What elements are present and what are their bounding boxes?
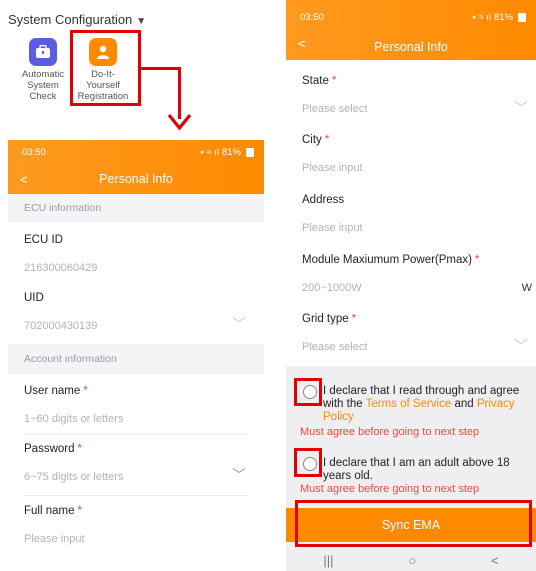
required-mark: * <box>77 505 82 517</box>
recents-icon[interactable]: ||| <box>323 553 333 568</box>
eye-closed-icon[interactable]: ﹀ <box>232 465 246 485</box>
status-bar: 03:50 ▪ ≈ ıl 81% <box>286 0 536 34</box>
label-text: City <box>302 134 322 146</box>
required-mark: * <box>351 313 357 325</box>
page-title: Personal Info <box>374 40 448 54</box>
page-title: Personal Info <box>99 172 173 186</box>
arrow-line-vertical <box>178 67 181 119</box>
section-account-info: Account information <box>8 344 264 374</box>
field-label: User name * <box>24 385 248 397</box>
terms-warning: Must agree before going to next step <box>300 426 480 438</box>
battery-level: 81% <box>221 146 241 158</box>
nav-bar: < Personal Info <box>286 34 536 60</box>
status-time: 03:50 <box>22 146 46 158</box>
fullname-field[interactable]: Full name * Please input <box>8 496 264 556</box>
tile-label: Do-It-Yourself Registration <box>77 69 129 102</box>
status-time: 03:50 <box>300 11 324 23</box>
state-select[interactable]: Please select <box>302 103 520 115</box>
uid-field[interactable]: UID 702000430139 ﹀ <box>8 282 264 340</box>
field-label: State * <box>302 75 520 87</box>
nav-bar: < Personal Info <box>8 164 264 194</box>
password-input[interactable]: 6~75 digits or letters <box>24 471 248 483</box>
terms-declaration: I declare that I read through and agree … <box>323 385 533 424</box>
label-text: Full name <box>24 505 75 517</box>
section-ecu-info: ECU information <box>8 194 264 222</box>
sync-ema-button[interactable]: Sync EMA <box>286 508 536 542</box>
city-field[interactable]: City * Please input <box>286 120 536 180</box>
label-text: Password <box>24 443 75 455</box>
city-input[interactable]: Please input <box>302 162 520 174</box>
battery-icon <box>246 147 254 157</box>
system-configuration-title: System Configuration <box>8 12 133 27</box>
unit-label: W <box>521 282 532 294</box>
arrow-head-icon <box>167 113 192 131</box>
fullname-input[interactable]: Please input <box>24 533 248 545</box>
battery-icon <box>518 12 526 22</box>
field-label: Grid type * <box>302 313 520 325</box>
field-value: 702000430139 <box>24 320 98 332</box>
field-label: Full name * <box>24 505 248 517</box>
required-mark: * <box>77 443 82 455</box>
label-text: State <box>302 75 329 87</box>
label-text: Module Maxiumum Power(Pmax) <box>302 254 472 266</box>
right-phone-screen: 03:50 ▪ ≈ ıl 81% < Personal Info State * P… <box>286 0 536 571</box>
diy-registration-tile[interactable]: Do-It-Yourself Registration <box>76 38 130 102</box>
field-label: Module Maxiumum Power(Pmax) * <box>302 254 520 266</box>
battery-level: 81% <box>493 11 513 23</box>
username-field[interactable]: User name * 1~60 digits or letters <box>8 374 264 434</box>
left-phone-screen: 03:50 ▪ ≈ ıl 81% < Personal Info ECU info… <box>8 140 264 571</box>
tile-label: Automatic System Check <box>21 69 65 102</box>
field-label: UID <box>24 292 44 304</box>
status-bar: 03:50 ▪ ≈ ıl 81% <box>8 140 264 164</box>
chevron-down-icon[interactable]: ﹀ <box>514 336 528 356</box>
home-icon[interactable]: ○ <box>408 553 416 568</box>
decl-text: and <box>451 398 477 410</box>
label-text: User name <box>24 385 81 397</box>
field-label: Password * <box>24 443 248 455</box>
system-configuration-header[interactable]: System Configuration ▼ <box>8 12 146 27</box>
field-label: City * <box>302 134 520 146</box>
adult-warning: Must agree before going to next step <box>300 483 480 495</box>
adult-radio[interactable] <box>303 457 317 471</box>
field-value: 216300060429 <box>24 262 98 274</box>
ecu-id-field: ECU ID 216300060429 <box>8 222 264 282</box>
terms-radio[interactable] <box>303 385 317 399</box>
system-nav-bar: ||| ○ < <box>286 550 536 571</box>
pmax-field[interactable]: Module Maxiumum Power(Pmax) * 200~1000W W <box>286 240 536 300</box>
address-field[interactable]: Address Please input <box>286 180 536 240</box>
chevron-down-icon[interactable]: ﹀ <box>514 98 528 118</box>
password-field[interactable]: Password * 6~75 digits or letters ﹀ <box>8 435 264 495</box>
field-label: ECU ID <box>24 234 63 246</box>
field-label: Address <box>302 194 345 206</box>
caret-down-icon: ▼ <box>136 16 147 27</box>
required-mark: * <box>324 134 330 146</box>
address-input[interactable]: Please input <box>302 222 520 234</box>
label-text: Grid type <box>302 313 349 325</box>
chevron-down-icon[interactable]: ﹀ <box>232 314 246 334</box>
required-mark: * <box>331 75 337 87</box>
adult-declaration: I declare that I am an adult above 18 ye… <box>323 457 510 482</box>
terms-of-service-link[interactable]: Terms of Service <box>366 398 452 410</box>
username-input[interactable]: 1~60 digits or letters <box>24 413 248 425</box>
person-icon <box>89 38 117 66</box>
required-mark: * <box>83 385 88 397</box>
required-mark: * <box>475 254 480 266</box>
automatic-system-check-tile[interactable]: Automatic System Check <box>16 38 70 102</box>
briefcase-icon <box>29 38 57 66</box>
state-field[interactable]: State * Please select ﹀ <box>286 60 536 120</box>
grid-type-select[interactable]: Please select <box>302 341 520 353</box>
grid-type-field[interactable]: Grid type * Please select ﹀ <box>286 300 536 360</box>
pmax-input[interactable]: 200~1000W <box>302 282 520 294</box>
signal-icon: ▪ ≈ ıl <box>200 146 219 158</box>
arrow-line-horizontal <box>139 67 181 70</box>
back-nav-icon[interactable]: < <box>491 553 499 568</box>
signal-icon: ▪ ≈ ıl <box>472 11 491 23</box>
